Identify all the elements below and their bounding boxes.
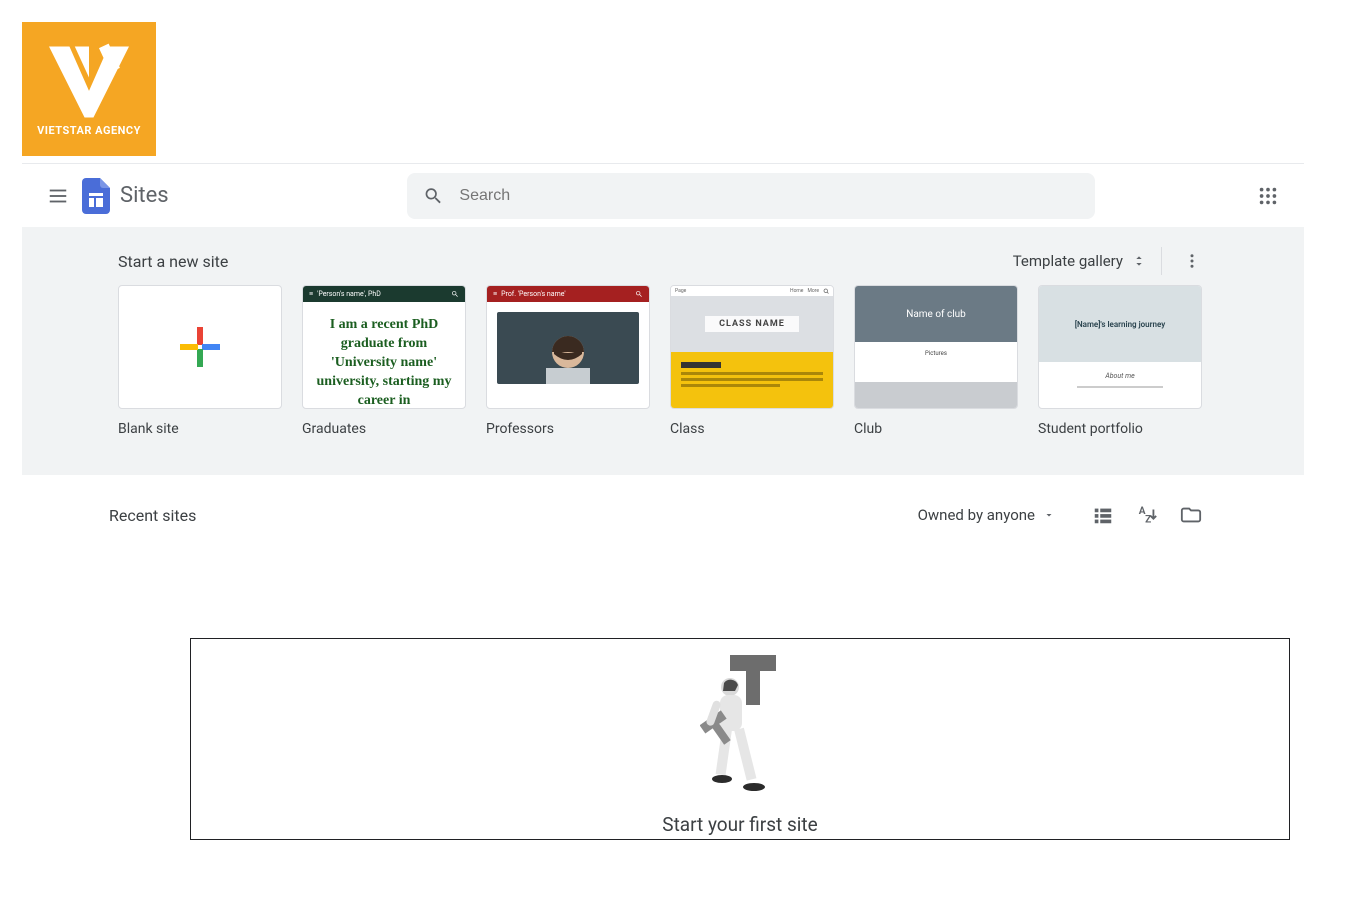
recent-title: Recent sites (109, 506, 196, 525)
template-blank[interactable]: Blank site (118, 285, 282, 437)
search-bar[interactable] (407, 173, 1095, 219)
product-branding[interactable]: Sites (82, 179, 169, 213)
templates-header: Start a new site Template gallery (118, 247, 1208, 275)
template-gallery-label: Template gallery (1013, 252, 1123, 270)
template-gallery-button[interactable]: Template gallery (1013, 252, 1147, 270)
template-thumb: ≡Prof. 'Person's name' (486, 285, 650, 409)
search-icon (451, 290, 459, 298)
template-label: Graduates (302, 421, 466, 437)
thumb-banner: [Name]'s learning journey (1075, 320, 1165, 329)
vietstar-logo-icon (44, 42, 134, 122)
search-icon (423, 185, 444, 207)
thumb-title: 'Person's name', PhD (317, 290, 381, 298)
search-input[interactable] (459, 187, 1078, 205)
thumb-sub: About me (1049, 372, 1191, 380)
watermark-text: VIETSTAR AGENCY (37, 124, 141, 137)
template-thumb: Name of club Pictures (854, 285, 1018, 409)
sites-logo-icon (82, 179, 110, 213)
more-vert-icon (1183, 252, 1201, 270)
main-menu-button[interactable] (38, 176, 78, 216)
template-label: Club (854, 421, 1018, 437)
google-apps-button[interactable] (1248, 176, 1288, 216)
template-professors[interactable]: ≡Prof. 'Person's name' Professors (486, 285, 650, 437)
product-name: Sites (120, 183, 169, 208)
template-thumb: PageHomeMore CLASS NAME (670, 285, 834, 409)
list-view-button[interactable] (1083, 495, 1123, 535)
template-list: Blank site ≡'Person's name', PhD I am a … (118, 285, 1208, 437)
search-icon (635, 290, 643, 298)
thumb-body-text: I am a recent PhD graduate from 'Univers… (303, 302, 465, 409)
thumb-banner: Name of club (906, 309, 966, 320)
dropdown-arrow-icon (1043, 509, 1055, 521)
folder-icon (1180, 504, 1202, 526)
template-thumb (118, 285, 282, 409)
divider (1161, 247, 1162, 275)
template-label: Student portfolio (1038, 421, 1202, 437)
apps-grid-icon (1257, 185, 1279, 207)
templates-section: Start a new site Template gallery (22, 227, 1304, 475)
thumb-sub: Pictures (863, 350, 1009, 357)
hamburger-icon (47, 185, 69, 207)
templates-section-title: Start a new site (118, 252, 228, 271)
plus-icon (178, 325, 222, 369)
sort-az-icon: AZ (1136, 504, 1158, 526)
template-graduates[interactable]: ≡'Person's name', PhD I am a recent PhD … (302, 285, 466, 437)
template-label: Professors (486, 421, 650, 437)
empty-state: Start your first site (190, 638, 1290, 840)
sort-button[interactable]: AZ (1127, 495, 1167, 535)
empty-state-message: Start your first site (662, 813, 817, 836)
recent-section-header: Recent sites Owned by anyone AZ (22, 490, 1304, 540)
watermark-logo: VIETSTAR AGENCY (22, 22, 156, 156)
search-icon (823, 288, 829, 294)
template-class[interactable]: PageHomeMore CLASS NAME Class (670, 285, 834, 437)
templates-more-button[interactable] (1176, 245, 1208, 277)
empty-state-illustration-icon (700, 653, 780, 797)
owner-filter-label: Owned by anyone (918, 506, 1035, 524)
app-bar: Sites (22, 163, 1304, 227)
list-view-icon (1092, 504, 1114, 526)
template-club[interactable]: Name of club Pictures Club (854, 285, 1018, 437)
template-label: Blank site (118, 421, 282, 437)
svg-text:Z: Z (1145, 514, 1151, 525)
template-thumb: [Name]'s learning journey About me (1038, 285, 1202, 409)
owner-filter-dropdown[interactable]: Owned by anyone (918, 506, 1055, 524)
thumb-title: Prof. 'Person's name' (501, 290, 566, 298)
person-illustration-icon (538, 318, 598, 384)
template-thumb: ≡'Person's name', PhD I am a recent PhD … (302, 285, 466, 409)
unfold-icon (1131, 253, 1147, 269)
thumb-banner: CLASS NAME (705, 316, 799, 332)
template-student-portfolio[interactable]: [Name]'s learning journey About me Stude… (1038, 285, 1202, 437)
template-label: Class (670, 421, 834, 437)
open-file-picker-button[interactable] (1171, 495, 1211, 535)
